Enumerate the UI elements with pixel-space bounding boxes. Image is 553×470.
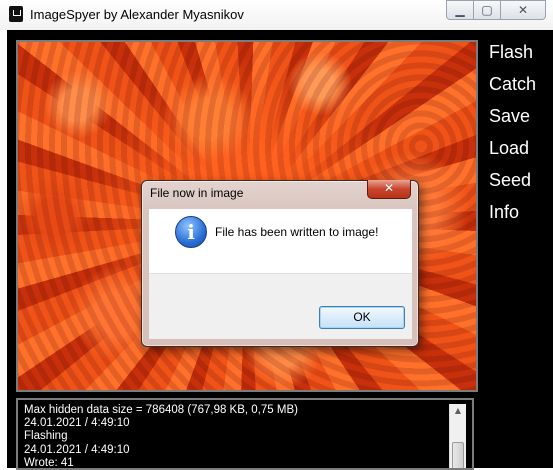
ok-button[interactable]: OK <box>319 306 405 329</box>
log-line: Wrote: 41 <box>24 456 74 469</box>
log-line: 24.01.2021 / 4:49:10 <box>24 417 130 430</box>
dialog-title: File now in image <box>150 186 244 200</box>
maximize-button[interactable]: ▢ <box>473 0 501 20</box>
side-menu: Flash Catch Save Load Seed Info <box>489 40 549 232</box>
minimize-icon: ▁ <box>455 3 465 17</box>
scroll-up-icon[interactable]: ▲ <box>450 404 466 418</box>
menu-item-info[interactable]: Info <box>489 200 549 232</box>
menu-item-load[interactable]: Load <box>489 136 549 168</box>
close-icon: ✕ <box>517 3 529 17</box>
dialog-message: File has been written to image! <box>215 225 379 239</box>
maximize-icon: ▢ <box>481 3 493 17</box>
log-panel[interactable]: Max hidden data size = 786408 (767,98 KB… <box>16 398 474 470</box>
close-icon: ✕ <box>383 181 395 195</box>
log-scrollbar[interactable]: ▲ <box>449 404 466 468</box>
window-title: ImageSpyer by Alexander Myasnikov <box>30 7 244 22</box>
app-icon <box>9 6 23 22</box>
close-button[interactable]: ✕ <box>500 0 546 20</box>
menu-item-save[interactable]: Save <box>489 104 549 136</box>
menu-item-seed[interactable]: Seed <box>489 168 549 200</box>
info-icon: i <box>175 216 207 248</box>
message-dialog: File now in image ✕ i File has been writ… <box>141 180 419 347</box>
log-line: Flashing <box>24 430 68 443</box>
title-bar: ImageSpyer by Alexander Myasnikov ▁ ▢ ✕ <box>0 0 553 30</box>
dialog-footer: OK <box>149 273 412 339</box>
log-lines: Max hidden data size = 786408 (767,98 KB… <box>18 400 472 469</box>
menu-item-flash[interactable]: Flash <box>489 40 549 72</box>
log-line: 24.01.2021 / 4:49:10 <box>24 443 130 456</box>
dialog-close-button[interactable]: ✕ <box>367 180 411 199</box>
dialog-body: i File has been written to image! <box>149 209 412 273</box>
log-line: Max hidden data size = 786408 (767,98 KB… <box>24 404 298 416</box>
menu-item-catch[interactable]: Catch <box>489 72 549 104</box>
scroll-thumb[interactable] <box>452 442 464 468</box>
minimize-button[interactable]: ▁ <box>446 0 474 20</box>
